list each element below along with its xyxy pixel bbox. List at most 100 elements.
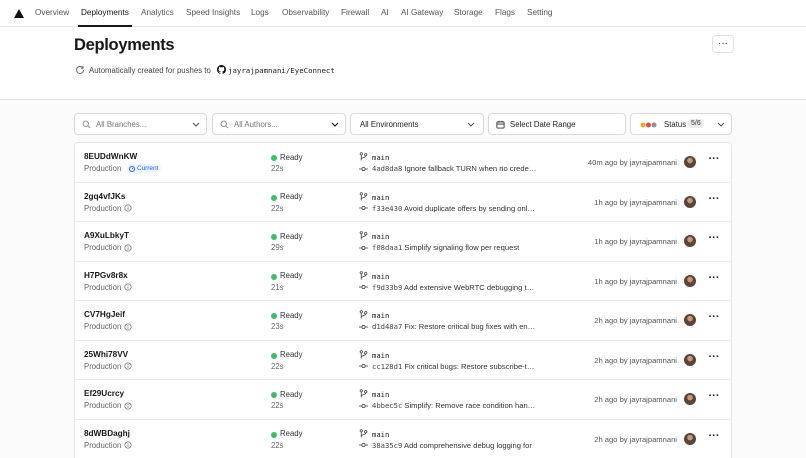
info-icon[interactable] [124, 204, 132, 212]
avatar[interactable] [684, 432, 696, 445]
row-more-button[interactable]: ··· [707, 312, 721, 326]
avatar[interactable] [684, 195, 696, 208]
commit-text: Fix critical bugs: Restore subscribe-to-… [404, 361, 538, 371]
status-ready-dot [271, 352, 277, 359]
deployment-id[interactable]: 25Whi78VV [84, 350, 128, 359]
deployment-row[interactable]: A9XuLbkyT Production Ready 29s main f08d… [75, 222, 731, 262]
branches-filter[interactable]: All Branches... [74, 113, 207, 135]
git-commit-icon [359, 284, 368, 290]
status-ready-dot [271, 155, 277, 161]
info-icon[interactable] [124, 441, 132, 449]
authors-placeholder: All Authors... [234, 120, 278, 129]
deployment-id[interactable]: 8EUDdWnKW [84, 152, 137, 161]
row-more-button[interactable]: ··· [707, 272, 721, 287]
row-more-button[interactable]: ··· [707, 351, 721, 366]
deployment-row[interactable]: H7PGv8r8x Production Ready 21s main f9d3… [75, 262, 731, 301]
commit-message[interactable]: cc128d1 Fix critical bugs: Restore subsc… [372, 362, 538, 371]
vercel-logo-icon[interactable] [14, 9, 24, 18]
deployment-row[interactable]: 8EUDdWnKW Production Ready 22s main 4ad8… [75, 143, 731, 183]
top-nav: Overview Deployments Analytics Speed Ins… [0, 0, 806, 27]
commit-message[interactable]: 38a35c9 Add comprehensive debug logging … [372, 441, 538, 450]
tab-overview[interactable]: Overview [35, 8, 69, 17]
tab-firewall[interactable]: Firewall [341, 8, 369, 17]
tab-ai[interactable]: AI [381, 8, 389, 17]
tab-ai-gateway[interactable]: AI Gateway [401, 8, 443, 17]
deployment-meta: 2h ago by jayrajpamnani [594, 434, 677, 444]
row-more-button[interactable]: ··· [707, 233, 721, 247]
tab-speed-insights[interactable]: Speed Insights [186, 8, 240, 17]
status-filter[interactable]: Status 5/6 [630, 113, 732, 135]
search-icon [82, 120, 91, 129]
branch-name[interactable]: main [372, 272, 389, 281]
build-duration: 22s [271, 164, 284, 173]
deployment-id[interactable]: 2gq4vfJKs [84, 192, 125, 201]
deployment-row[interactable]: CV7HgJeif Production Ready 23s main d1d4… [75, 301, 731, 341]
git-branch-icon [359, 349, 368, 359]
avatar[interactable] [684, 353, 696, 366]
status-count-badge: 5/6 [688, 119, 704, 128]
deployment-id[interactable]: A9XuLbkyT [84, 231, 129, 240]
row-more-button[interactable]: ··· [707, 391, 721, 405]
tab-analytics[interactable]: Analytics [141, 8, 174, 17]
branch-name[interactable]: main [372, 193, 389, 202]
repo-link[interactable]: jayrajpamnani/EyeConnect [228, 66, 335, 75]
environment-select[interactable]: All Environments [350, 113, 484, 135]
tab-deployments[interactable]: Deployments [81, 8, 129, 17]
tab-settings[interactable]: Setting [527, 8, 553, 17]
commit-message[interactable]: 4bbec5c Simplify: Remove race condition … [372, 401, 538, 410]
branch-name[interactable]: main [372, 153, 389, 162]
avatar[interactable] [684, 274, 696, 287]
commit-message[interactable]: f08daa1 Simplify signaling flow per requ… [372, 243, 538, 252]
info-icon[interactable] [124, 243, 132, 252]
date-range-picker[interactable]: Select Date Range [488, 113, 626, 135]
deployment-row[interactable]: Ef29Ucrcy Production Ready 22s main 4bbe… [75, 380, 731, 420]
branch-name[interactable]: main [372, 232, 389, 241]
row-more-button[interactable]: ··· [707, 430, 721, 445]
branches-placeholder: All Branches... [96, 120, 147, 129]
branch-name[interactable]: main [372, 311, 389, 320]
refresh-icon [76, 65, 84, 74]
more-options-button[interactable]: ··· [712, 35, 734, 53]
tab-logs[interactable]: Logs [251, 8, 269, 17]
git-branch-icon [359, 152, 368, 161]
commit-message[interactable]: f33e430 Avoid duplicate offers by sendin… [372, 204, 538, 213]
info-icon[interactable] [124, 283, 132, 291]
branch-name[interactable]: main [372, 351, 389, 360]
deployment-id[interactable]: H7PGv8r8x [84, 271, 128, 280]
branch-name[interactable]: main [372, 390, 389, 399]
deployment-row[interactable]: 8dWBDaghj Production Ready 22s main 38a3… [75, 420, 731, 458]
build-duration: 29s [271, 243, 284, 252]
avatar[interactable] [684, 235, 696, 247]
tab-observability[interactable]: Observability [282, 8, 329, 17]
info-icon[interactable] [124, 362, 132, 370]
deployment-meta: 2h ago by jayrajpamnani [594, 316, 677, 325]
deployment-id[interactable]: Ef29Ucrcy [84, 389, 124, 398]
info-icon[interactable] [124, 322, 132, 331]
chevron-down-icon [717, 122, 725, 127]
deployment-row[interactable]: 25Whi78VV Production Ready 22s main cc12… [75, 341, 731, 380]
authors-filter[interactable]: All Authors... [212, 113, 346, 135]
branch-name[interactable]: main [372, 430, 389, 439]
deployment-meta: 2h ago by jayrajpamnani [594, 395, 677, 404]
status-text: Ready [280, 152, 303, 162]
row-more-button[interactable]: ··· [707, 193, 721, 208]
tab-flags[interactable]: Flags [495, 8, 515, 17]
deployment-id[interactable]: CV7HgJeif [84, 310, 125, 319]
deployment-row[interactable]: 2gq4vfJKs Production Ready 22s main f33e… [75, 183, 731, 222]
page-header: Deployments ··· Automatically created fo… [0, 27, 806, 100]
avatar[interactable] [684, 393, 696, 405]
commit-hash: f33e430 [372, 203, 403, 213]
info-icon[interactable] [124, 401, 132, 410]
deployment-id[interactable]: 8dWBDaghj [84, 429, 130, 438]
commit-message[interactable]: 4ad8da8 Ignore fallback TURN when no cre… [372, 164, 538, 173]
build-duration: 22s [271, 361, 284, 371]
environment-label: Production [84, 243, 122, 252]
row-more-button[interactable]: ··· [707, 154, 721, 168]
commit-message[interactable]: f9d33b9 Add extensive WebRTC debugging t… [372, 283, 538, 292]
avatar[interactable] [684, 156, 696, 168]
tab-storage[interactable]: Storage [454, 8, 483, 17]
commit-message[interactable]: d1d48a7 Fix: Restore critical bug fixes … [372, 322, 538, 331]
auto-created-text: Automatically created for pushes to [89, 66, 211, 75]
status-label: Status [664, 120, 687, 129]
avatar[interactable] [684, 314, 696, 326]
